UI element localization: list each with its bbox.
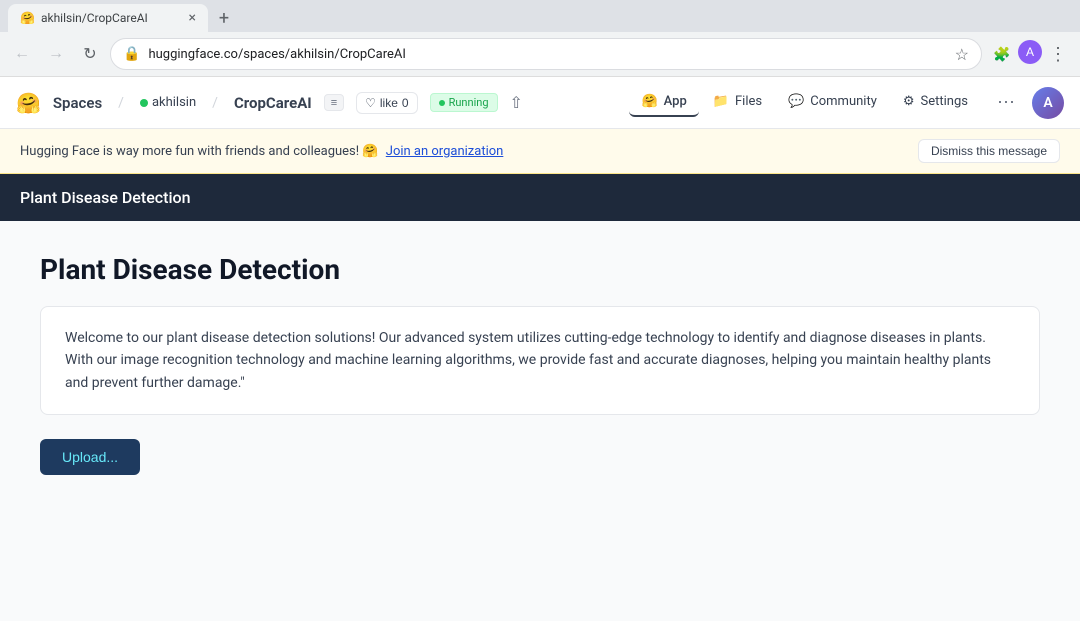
tab-app[interactable]: 🤗 App <box>629 88 698 117</box>
tab-title: akhilsin/CropCareAI <box>41 11 148 25</box>
hf-user[interactable]: akhilsin <box>140 95 196 110</box>
app-icon: 🤗 <box>641 94 657 109</box>
community-icon: 💬 <box>788 94 804 109</box>
banner-text: Hugging Face is way more fun with friend… <box>20 144 918 159</box>
description-text: Welcome to our plant disease detection s… <box>65 327 1015 394</box>
files-icon: 📁 <box>713 94 729 109</box>
running-label: Running <box>449 96 489 109</box>
lock-icon: 🔒 <box>123 46 140 62</box>
like-icon: ♡ <box>365 96 376 110</box>
page-title: Plant Disease Detection <box>40 253 1040 286</box>
reload-button[interactable]: ↻ <box>76 40 104 68</box>
new-tab-button[interactable]: + <box>210 4 238 32</box>
running-dot <box>439 100 445 106</box>
spaces-label[interactable]: Spaces <box>53 94 102 112</box>
like-label: like <box>380 96 398 110</box>
like-count: 0 <box>402 96 409 110</box>
username: akhilsin <box>152 95 196 110</box>
forward-button[interactable]: → <box>42 40 70 68</box>
app-header: Plant Disease Detection <box>0 174 1080 221</box>
tab-files[interactable]: 📁 Files <box>701 88 774 117</box>
repo-badge[interactable]: ≡ <box>324 94 344 111</box>
tab-app-label: App <box>664 94 687 109</box>
repo-name[interactable]: CropCareAI <box>234 94 312 112</box>
tab-settings-label: Settings <box>921 94 968 109</box>
browser-chrome: 🤗 akhilsin/CropCareAI × + ← → ↻ 🔒 huggin… <box>0 0 1080 77</box>
user-status-dot <box>140 99 148 107</box>
back-button[interactable]: ← <box>8 40 36 68</box>
tab-close-button[interactable]: × <box>189 10 196 26</box>
nav-divider: / <box>118 95 124 111</box>
browser-tabs: 🤗 akhilsin/CropCareAI × + <box>0 0 1080 32</box>
active-tab[interactable]: 🤗 akhilsin/CropCareAI × <box>8 4 208 32</box>
extensions-button[interactable]: 🧩 <box>988 40 1016 68</box>
menu-button[interactable]: ⋮ <box>1044 40 1072 68</box>
main-content: Plant Disease Detection Welcome to our p… <box>0 221 1080 621</box>
tab-settings[interactable]: ⚙ Settings <box>891 88 980 117</box>
description-box: Welcome to our plant disease detection s… <box>40 306 1040 415</box>
like-button[interactable]: ♡ like 0 <box>356 92 417 114</box>
settings-icon: ⚙ <box>903 94 915 109</box>
upload-button[interactable]: Upload... <box>40 439 140 475</box>
url-text: huggingface.co/spaces/akhilsin/CropCareA… <box>148 47 946 62</box>
banner-message: Hugging Face is way more fun with friend… <box>20 144 379 159</box>
share-button[interactable]: ⇧ <box>510 93 523 112</box>
star-icon[interactable]: ☆ <box>955 45 969 64</box>
hf-logo-icon: 🤗 <box>16 91 41 115</box>
running-badge: Running <box>430 93 498 112</box>
hf-logo[interactable]: 🤗 <box>16 91 41 115</box>
hf-navigation: 🤗 Spaces / akhilsin / CropCareAI ≡ ♡ lik… <box>0 77 1080 129</box>
avatar[interactable]: A <box>1032 87 1064 119</box>
more-options-button[interactable]: ⋯ <box>992 89 1020 117</box>
notification-banner: Hugging Face is way more fun with friend… <box>0 129 1080 174</box>
address-bar[interactable]: 🔒 huggingface.co/spaces/akhilsin/CropCar… <box>110 38 982 70</box>
nav-divider-2: / <box>212 95 218 111</box>
tab-community[interactable]: 💬 Community <box>776 88 889 117</box>
tab-files-label: Files <box>735 94 762 109</box>
dismiss-button[interactable]: Dismiss this message <box>918 139 1060 163</box>
join-org-link[interactable]: Join an organization <box>386 144 504 159</box>
browser-toolbar: ← → ↻ 🔒 huggingface.co/spaces/akhilsin/C… <box>0 32 1080 76</box>
app-header-title: Plant Disease Detection <box>20 188 191 207</box>
tab-community-label: Community <box>810 94 877 109</box>
toolbar-actions: 🧩 A ⋮ <box>988 40 1072 68</box>
nav-tabs: 🤗 App 📁 Files 💬 Community ⚙ Settings <box>629 88 980 117</box>
profile-button[interactable]: A <box>1018 40 1042 64</box>
tab-favicon: 🤗 <box>20 11 35 25</box>
